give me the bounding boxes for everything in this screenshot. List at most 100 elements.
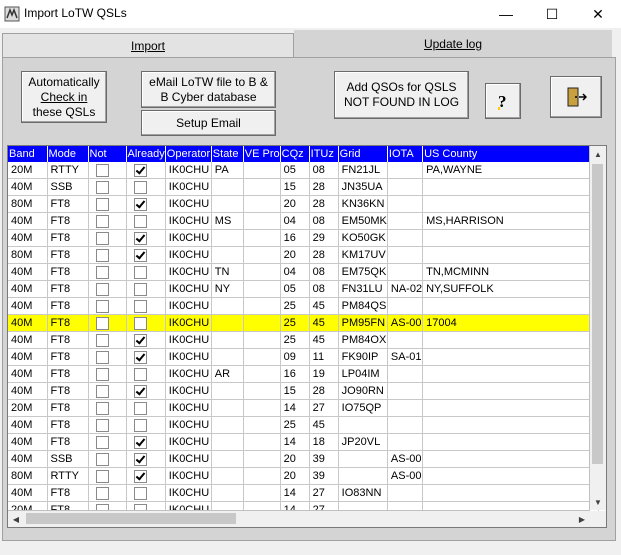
- grid-cell[interactable]: JN35UA: [338, 178, 388, 196]
- already-checkbox[interactable]: [133, 333, 147, 347]
- state-cell[interactable]: [211, 348, 244, 366]
- mode-cell[interactable]: FT8: [47, 484, 89, 502]
- table-row[interactable]: 20M FT8 IK0CHU 14 27 IO75QP: [8, 399, 600, 417]
- already-cell[interactable]: [126, 178, 166, 196]
- county-cell[interactable]: [422, 450, 600, 468]
- not-checkbox[interactable]: [95, 180, 109, 194]
- cqz-cell[interactable]: 25: [280, 297, 310, 315]
- ve-cell[interactable]: [243, 331, 281, 349]
- grid-cell[interactable]: KM17UV: [338, 246, 388, 264]
- not-checkbox[interactable]: [95, 367, 109, 381]
- cqz-cell[interactable]: 14: [280, 484, 310, 502]
- iota-cell[interactable]: NA-02: [387, 280, 424, 298]
- already-cell[interactable]: [126, 212, 166, 230]
- band-cell[interactable]: 20M: [8, 399, 48, 417]
- county-cell[interactable]: [422, 297, 600, 315]
- already-cell[interactable]: [126, 246, 166, 264]
- cqz-cell[interactable]: 25: [280, 416, 310, 434]
- not-checkbox[interactable]: [95, 197, 109, 211]
- band-cell[interactable]: 40M: [8, 297, 48, 315]
- band-cell[interactable]: 20M: [8, 162, 48, 179]
- table-row[interactable]: 40M FT8 IK0CHU AR 16 19 LP04IM: [8, 365, 600, 383]
- county-cell[interactable]: [422, 229, 600, 247]
- operator-cell[interactable]: IK0CHU: [165, 314, 212, 332]
- cqz-cell[interactable]: 04: [280, 212, 310, 230]
- ve-cell[interactable]: [243, 433, 281, 451]
- operator-cell[interactable]: IK0CHU: [165, 382, 212, 400]
- county-cell[interactable]: [422, 484, 600, 502]
- already-checkbox[interactable]: [133, 350, 147, 364]
- band-cell[interactable]: 40M: [8, 348, 48, 366]
- mode-cell[interactable]: FT8: [47, 229, 89, 247]
- auto-check-button[interactable]: Automatically Check in these QSLs: [21, 71, 107, 123]
- column-header[interactable]: Already: [126, 146, 166, 162]
- state-cell[interactable]: [211, 399, 244, 417]
- county-cell[interactable]: [422, 365, 600, 383]
- ituz-cell[interactable]: 45: [309, 297, 339, 315]
- not-checkbox[interactable]: [95, 163, 109, 177]
- close-button[interactable]: ✕: [575, 0, 621, 28]
- already-cell[interactable]: [126, 348, 166, 366]
- already-checkbox[interactable]: [133, 231, 147, 245]
- already-cell[interactable]: [126, 263, 166, 281]
- not-checkbox[interactable]: [95, 452, 109, 466]
- operator-cell[interactable]: IK0CHU: [165, 399, 212, 417]
- already-cell[interactable]: [126, 399, 166, 417]
- grid-cell[interactable]: [338, 467, 388, 485]
- grid-cell[interactable]: IO75QP: [338, 399, 388, 417]
- state-cell[interactable]: [211, 314, 244, 332]
- scroll-down-icon[interactable]: ▼: [590, 494, 606, 510]
- ituz-cell[interactable]: 45: [309, 416, 339, 434]
- not-cell[interactable]: [88, 450, 127, 468]
- already-checkbox[interactable]: [133, 486, 147, 500]
- mode-cell[interactable]: SSB: [47, 450, 89, 468]
- already-cell[interactable]: [126, 484, 166, 502]
- grid-cell[interactable]: JO90RN: [338, 382, 388, 400]
- operator-cell[interactable]: IK0CHU: [165, 484, 212, 502]
- ve-cell[interactable]: [243, 297, 281, 315]
- ve-cell[interactable]: [243, 280, 281, 298]
- ve-cell[interactable]: [243, 382, 281, 400]
- state-cell[interactable]: [211, 246, 244, 264]
- iota-cell[interactable]: [387, 399, 424, 417]
- mode-cell[interactable]: FT8: [47, 331, 89, 349]
- table-row[interactable]: 40M FT8 IK0CHU NY 05 08 FN31LU NA-02 NY,SUFFOLK: [8, 280, 600, 298]
- county-cell[interactable]: PA,WAYNE: [422, 162, 600, 179]
- ve-cell[interactable]: [243, 467, 281, 485]
- grid-cell[interactable]: JP20VL: [338, 433, 388, 451]
- not-checkbox[interactable]: [95, 265, 109, 279]
- operator-cell[interactable]: IK0CHU: [165, 433, 212, 451]
- iota-cell[interactable]: [387, 433, 424, 451]
- horizontal-scroll-thumb[interactable]: [26, 513, 236, 524]
- ituz-cell[interactable]: 11: [309, 348, 339, 366]
- mode-cell[interactable]: FT8: [47, 433, 89, 451]
- not-checkbox[interactable]: [95, 333, 109, 347]
- mode-cell[interactable]: FT8: [47, 382, 89, 400]
- not-checkbox[interactable]: [95, 469, 109, 483]
- mode-cell[interactable]: FT8: [47, 348, 89, 366]
- cqz-cell[interactable]: 20: [280, 450, 310, 468]
- ituz-cell[interactable]: 27: [309, 399, 339, 417]
- county-cell[interactable]: [422, 178, 600, 196]
- state-cell[interactable]: [211, 467, 244, 485]
- scroll-up-icon[interactable]: ▲: [590, 146, 606, 162]
- iota-cell[interactable]: AS-00: [387, 314, 424, 332]
- ituz-cell[interactable]: 28: [309, 382, 339, 400]
- already-checkbox[interactable]: [133, 401, 147, 415]
- column-header[interactable]: IOTA: [387, 146, 424, 162]
- grid-cell[interactable]: PM84OX: [338, 331, 388, 349]
- not-checkbox[interactable]: [95, 384, 109, 398]
- table-row[interactable]: 40M FT8 IK0CHU 09 11 FK90IP SA-01: [8, 348, 600, 366]
- mode-cell[interactable]: FT8: [47, 416, 89, 434]
- iota-cell[interactable]: [387, 178, 424, 196]
- already-cell[interactable]: [126, 331, 166, 349]
- operator-cell[interactable]: IK0CHU: [165, 297, 212, 315]
- not-cell[interactable]: [88, 280, 127, 298]
- grid-cell[interactable]: PM95FN: [338, 314, 388, 332]
- ve-cell[interactable]: [243, 263, 281, 281]
- mode-cell[interactable]: FT8: [47, 297, 89, 315]
- county-cell[interactable]: [422, 416, 600, 434]
- not-checkbox[interactable]: [95, 350, 109, 364]
- table-row[interactable]: 40M FT8 IK0CHU TN 04 08 EM75QK TN,MCMINN: [8, 263, 600, 281]
- county-cell[interactable]: [422, 382, 600, 400]
